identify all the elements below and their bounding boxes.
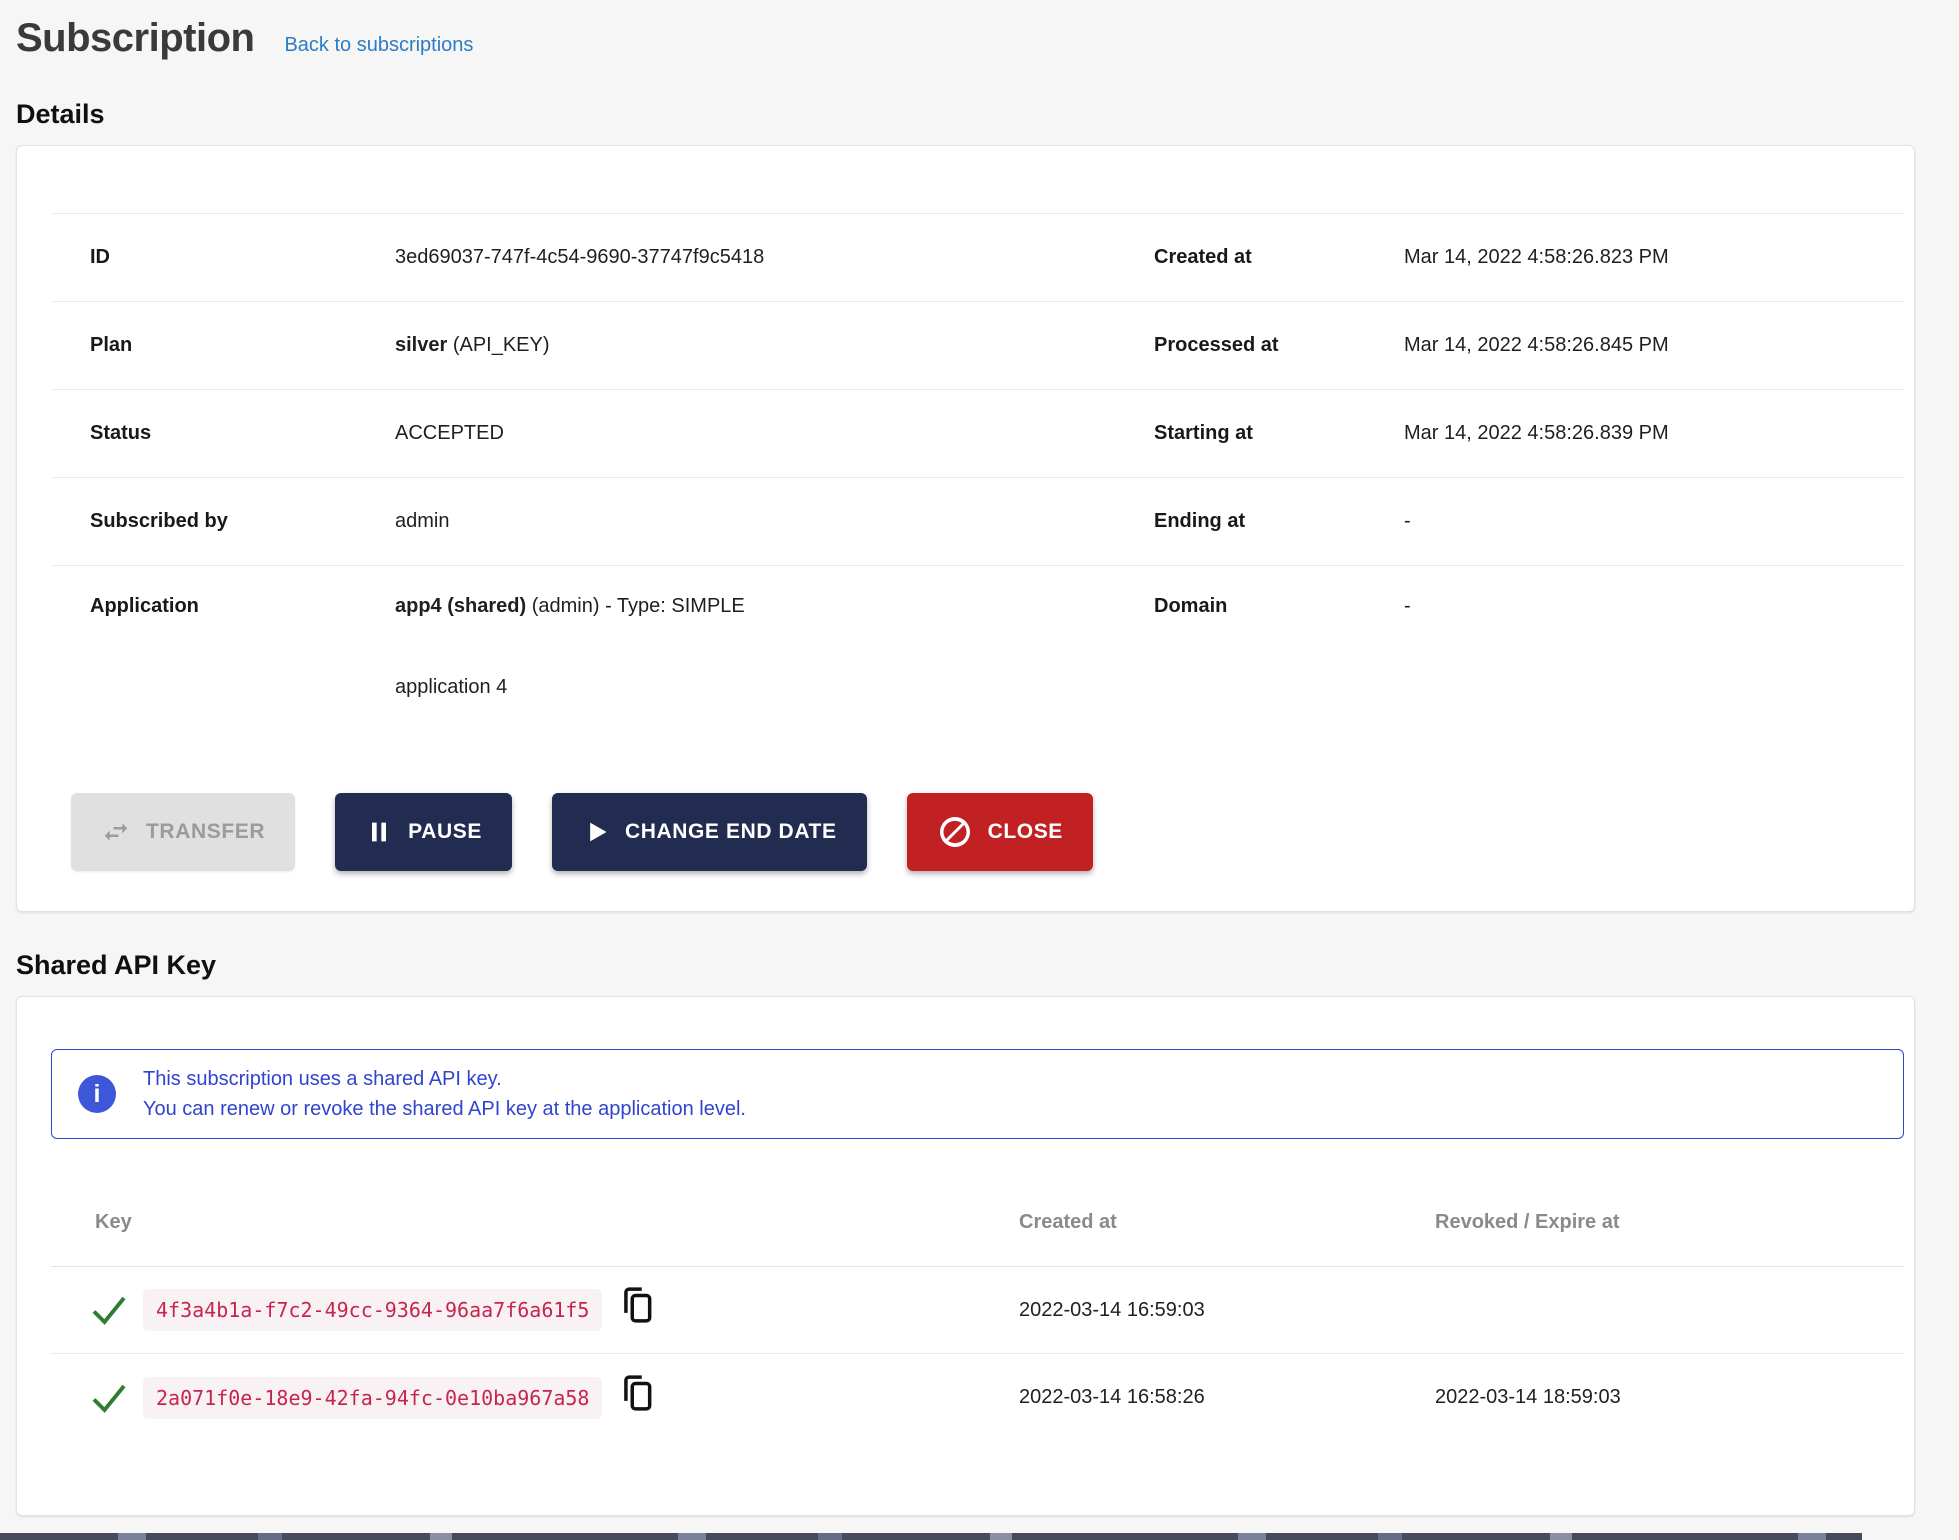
- shared-key-info-line1: This subscription uses a shared API key.: [143, 1064, 746, 1094]
- copy-icon[interactable]: [618, 1284, 656, 1326]
- plan-label: Plan: [53, 334, 395, 357]
- status-label: Status: [53, 422, 395, 445]
- transfer-button[interactable]: TRANSFER: [71, 793, 295, 871]
- page-title: Subscription: [16, 16, 254, 61]
- application-name: app4 (shared): [395, 595, 526, 617]
- play-icon: [582, 818, 610, 846]
- starting-at-label: Starting at: [1117, 422, 1404, 445]
- details-row-id: ID 3ed69037-747f-4c54-9690-37747f9c5418 …: [53, 213, 1904, 301]
- check-icon: [91, 1383, 127, 1413]
- details-row-plan: Plan silver (API_KEY) Processed at Mar 1…: [53, 301, 1904, 389]
- application-label: Application: [53, 595, 395, 618]
- ending-at-label: Ending at: [1117, 510, 1404, 533]
- cutoff-content-strip: [0, 1533, 1862, 1540]
- copy-icon[interactable]: [618, 1372, 656, 1414]
- block-icon: [937, 814, 973, 850]
- details-row-status: Status ACCEPTED Starting at Mar 14, 2022…: [53, 389, 1904, 477]
- status-value: ACCEPTED: [395, 422, 1117, 445]
- processed-at-label: Processed at: [1117, 334, 1404, 357]
- subscription-actions: TRANSFER PAUSE CHANGE END DATE CLOSE: [71, 793, 1904, 871]
- api-key-revoked-at: 2022-03-14 18:59:03: [1435, 1386, 1904, 1409]
- application-owner-type: (admin) - Type: SIMPLE: [526, 595, 745, 617]
- swap-arrows-icon: [101, 817, 131, 847]
- plan-value: silver (API_KEY): [395, 334, 1117, 357]
- created-at-column-header: Created at: [1019, 1211, 1435, 1234]
- plan-type: (API_KEY): [447, 334, 549, 356]
- api-keys-table: Key Created at Revoked / Expire at 4f3a4…: [51, 1179, 1904, 1441]
- api-key-row: 2a071f0e-18e9-42fa-94fc-0e10ba967a58 202…: [51, 1354, 1904, 1441]
- api-key-row: 4f3a4b1a-f7c2-49cc-9364-96aa7f6a61f5 202…: [51, 1267, 1904, 1354]
- info-icon: i: [78, 1075, 116, 1113]
- pause-icon: [365, 818, 393, 846]
- key-column-header: Key: [51, 1211, 1019, 1234]
- ending-at-value: -: [1404, 510, 1904, 533]
- pause-button-label: PAUSE: [408, 820, 482, 844]
- details-row-application: Application app4 (shared) (admin) - Type…: [53, 565, 1904, 741]
- shared-key-info-alert: i This subscription uses a shared API ke…: [51, 1049, 1904, 1139]
- subscribed-by-label: Subscribed by: [53, 510, 395, 533]
- shared-api-key-card: i This subscription uses a shared API ke…: [16, 996, 1915, 1516]
- api-key-value: 2a071f0e-18e9-42fa-94fc-0e10ba967a58: [143, 1377, 602, 1419]
- application-description: application 4: [395, 676, 1117, 699]
- api-key-value: 4f3a4b1a-f7c2-49cc-9364-96aa7f6a61f5: [143, 1289, 602, 1331]
- id-value: 3ed69037-747f-4c54-9690-37747f9c5418: [395, 246, 1117, 269]
- api-key-cell: 2a071f0e-18e9-42fa-94fc-0e10ba967a58: [51, 1377, 1019, 1419]
- close-subscription-button[interactable]: CLOSE: [907, 793, 1093, 871]
- domain-value: -: [1404, 595, 1904, 618]
- revoked-expire-column-header: Revoked / Expire at: [1435, 1211, 1904, 1234]
- created-at-label: Created at: [1117, 246, 1404, 269]
- shared-key-info-line2: You can renew or revoke the shared API k…: [143, 1094, 746, 1124]
- created-at-value: Mar 14, 2022 4:58:26.823 PM: [1404, 246, 1904, 269]
- api-key-created-at: 2022-03-14 16:58:26: [1019, 1386, 1435, 1409]
- shared-api-key-heading: Shared API Key: [16, 950, 1915, 981]
- back-to-subscriptions-link[interactable]: Back to subscriptions: [284, 34, 473, 57]
- details-heading: Details: [16, 99, 1915, 130]
- processed-at-value: Mar 14, 2022 4:58:26.845 PM: [1404, 334, 1904, 357]
- check-icon: [91, 1295, 127, 1325]
- api-key-created-at: 2022-03-14 16:59:03: [1019, 1299, 1435, 1322]
- close-button-label: CLOSE: [988, 820, 1063, 844]
- starting-at-value: Mar 14, 2022 4:58:26.839 PM: [1404, 422, 1904, 445]
- domain-label: Domain: [1117, 595, 1404, 618]
- api-keys-table-header: Key Created at Revoked / Expire at: [51, 1179, 1904, 1267]
- change-end-date-button-label: CHANGE END DATE: [625, 820, 837, 844]
- application-value: app4 (shared) (admin) - Type: SIMPLE app…: [395, 595, 1117, 699]
- details-card: ID 3ed69037-747f-4c54-9690-37747f9c5418 …: [16, 145, 1915, 912]
- application-title-line: app4 (shared) (admin) - Type: SIMPLE: [395, 595, 1117, 618]
- pause-button[interactable]: PAUSE: [335, 793, 512, 871]
- subscription-page: Subscription Back to subscriptions Detai…: [0, 0, 1959, 1516]
- change-end-date-button[interactable]: CHANGE END DATE: [552, 793, 867, 871]
- api-key-cell: 4f3a4b1a-f7c2-49cc-9364-96aa7f6a61f5: [51, 1289, 1019, 1331]
- page-header: Subscription Back to subscriptions: [16, 0, 1915, 61]
- shared-key-info-text: This subscription uses a shared API key.…: [143, 1064, 746, 1124]
- transfer-button-label: TRANSFER: [146, 820, 265, 844]
- subscribed-by-value: admin: [395, 510, 1117, 533]
- plan-name: silver: [395, 334, 447, 356]
- id-label: ID: [53, 246, 395, 269]
- details-row-subscribed-by: Subscribed by admin Ending at -: [53, 477, 1904, 565]
